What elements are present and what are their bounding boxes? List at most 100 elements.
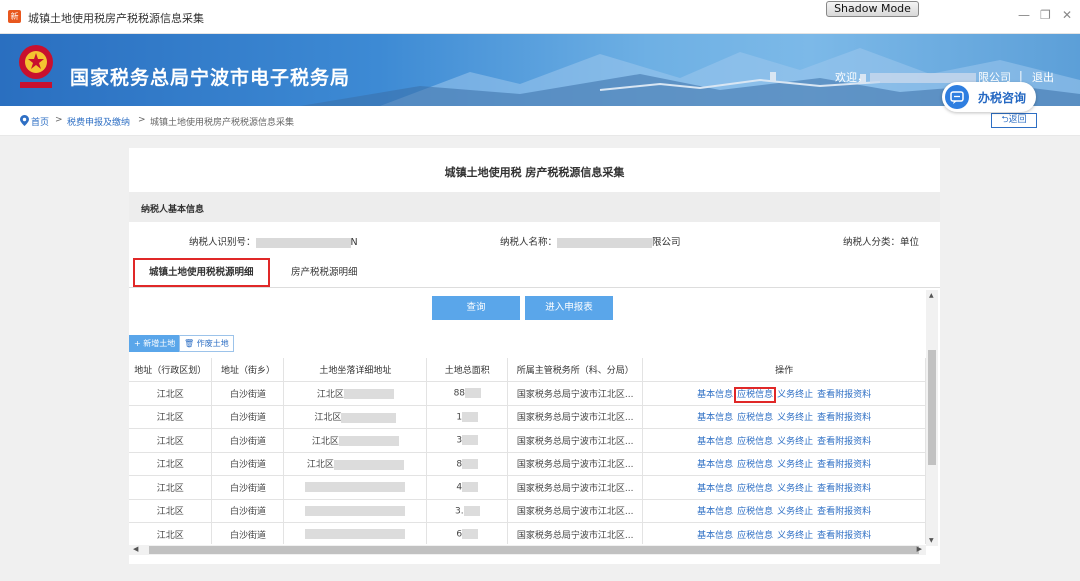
cell-address: 江北区: [283, 381, 428, 406]
cell-street: 白沙街道: [211, 452, 285, 476]
table-row: 江北区 白沙街道 江北区 8 国家税务总局宁波市江北区... 基本信息 应税信息 义务终止 查看…: [129, 452, 926, 476]
view-attachments-link[interactable]: 查看附报资料: [817, 390, 871, 400]
cell-address: [283, 475, 428, 500]
tax-consult-button[interactable]: 办税咨询: [942, 82, 1036, 112]
table-row: 江北区 白沙街道 3. 国家税务总局宁波市江北区... 基本信息 应税信息 义务终止 查看附报…: [129, 499, 926, 523]
obligation-terminate-link[interactable]: 义务终止: [777, 460, 813, 470]
table-header-row: 地址（行政区划） 地址（街乡） 土地坐落详细地址 土地总面积 所属主管税务所（科…: [129, 358, 926, 382]
window-titlebar: 新 城镇土地使用税房产税税源信息采集 Shadow Mode — ❐ ✕: [0, 0, 1080, 34]
cell-area: 1: [426, 405, 509, 429]
cell-address: [283, 522, 428, 544]
add-land-button[interactable]: + 新增土地: [129, 335, 181, 352]
obligation-terminate-link[interactable]: 义务终止: [777, 413, 813, 423]
masked-area: [465, 388, 482, 398]
cell-area: 88: [426, 381, 509, 406]
basic-info-link[interactable]: 基本信息: [697, 413, 733, 423]
taxpayer-info-header: 纳税人基本信息: [129, 192, 940, 222]
cell-operations: 基本信息 应税信息 义务终止 查看附报资料: [642, 522, 926, 544]
vertical-scrollbar[interactable]: ▲ ▼: [926, 290, 938, 546]
basic-info-link[interactable]: 基本信息: [697, 390, 733, 400]
view-attachments-link[interactable]: 查看附报资料: [817, 437, 871, 447]
main-panel: 城镇土地使用税 房产税税源信息采集 纳税人基本信息 纳税人识别号： N 纳税人名称…: [129, 148, 940, 564]
section-title: 纳税人基本信息: [141, 205, 205, 215]
chat-bubble-icon: [945, 85, 969, 109]
tax-emblem-icon: [19, 45, 53, 88]
masked-address: [305, 529, 406, 539]
view-attachments-link[interactable]: 查看附报资料: [817, 413, 871, 423]
column-header: 土地总面积: [426, 358, 509, 382]
tax-consult-label: 办税咨询: [978, 91, 1027, 105]
breadcrumb-tax-filing[interactable]: 税费申报及缴纳: [67, 115, 130, 128]
obligation-terminate-link[interactable]: 义务终止: [777, 437, 813, 447]
enter-report-button[interactable]: 进入申报表: [525, 296, 613, 320]
taxable-info-link[interactable]: 应税信息: [737, 484, 773, 494]
basic-info-link[interactable]: 基本信息: [697, 531, 733, 541]
land-table: 地址（行政区划） 地址（街乡） 土地坐落详细地址 土地总面积 所属主管税务所（科…: [129, 358, 926, 544]
back-button[interactable]: ⮌返回: [991, 113, 1037, 128]
obligation-terminate-link[interactable]: 义务终止: [777, 531, 813, 541]
cell-street: 白沙街道: [211, 428, 285, 453]
tab-bar: 城镇土地使用税税源明细 房产税税源明细: [129, 258, 940, 288]
taxable-info-link[interactable]: 应税信息: [737, 413, 773, 423]
breadcrumb-home[interactable]: 首页: [31, 115, 49, 128]
obligation-terminate-link[interactable]: 义务终止: [777, 484, 813, 494]
basic-info-link[interactable]: 基本信息: [697, 437, 733, 447]
cell-tax-office: 国家税务总局宁波市江北区...: [507, 499, 644, 523]
cell-street: 白沙街道: [211, 475, 285, 500]
tab-property-tax[interactable]: 房产税税源明细: [277, 258, 372, 288]
taxable-info-link[interactable]: 应税信息: [737, 437, 773, 447]
obligation-terminate-link[interactable]: 义务终止: [777, 390, 813, 400]
cell-district: 江北区: [129, 381, 213, 406]
cell-address: 江北区: [283, 428, 428, 453]
cell-area: 3: [426, 428, 509, 453]
masked-address: [305, 505, 406, 516]
basic-info-link[interactable]: 基本信息: [697, 507, 733, 517]
basic-info-link[interactable]: 基本信息: [697, 484, 733, 494]
minimize-icon[interactable]: —: [1018, 8, 1030, 22]
horizontal-scrollbar[interactable]: ◀ ▶: [129, 545, 926, 555]
page-title: 城镇土地使用税 房产税税源信息采集: [444, 166, 625, 179]
masked-address: [343, 389, 394, 400]
window-title: 城镇土地使用税房产税税源信息采集: [28, 12, 204, 25]
view-attachments-link[interactable]: 查看附报资料: [817, 460, 871, 470]
query-button[interactable]: 查询: [432, 296, 520, 320]
cell-area: 3.: [426, 499, 509, 523]
cell-tax-office: 国家税务总局宁波市江北区...: [507, 428, 644, 453]
cell-address: [283, 499, 428, 523]
basic-info-link[interactable]: 基本信息: [697, 460, 733, 470]
masked-area: [462, 411, 479, 422]
shadow-mode-button[interactable]: Shadow Mode: [826, 1, 919, 17]
cell-street: 白沙街道: [211, 522, 285, 544]
cell-tax-office: 国家税务总局宁波市江北区...: [507, 522, 644, 544]
cell-district: 江北区: [129, 405, 213, 429]
obligation-terminate-link[interactable]: 义务终止: [777, 507, 813, 517]
breadcrumb: 首页 > 税费申报及缴纳 > 城镇土地使用税房产税税源信息采集 ⮌返回: [0, 106, 1080, 136]
restore-icon[interactable]: ❐: [1040, 8, 1051, 22]
cell-tax-office: 国家税务总局宁波市江北区...: [507, 405, 644, 429]
logout-link[interactable]: 退出: [1032, 69, 1054, 85]
column-header: 操作: [642, 358, 926, 382]
breadcrumb-current: 城镇土地使用税房产税税源信息采集: [150, 118, 295, 128]
header-separator: |: [1019, 69, 1023, 82]
masked-area: [463, 505, 480, 516]
cell-address: 江北区: [283, 452, 428, 476]
taxable-info-link[interactable]: 应税信息: [737, 460, 773, 470]
tab-land-use-tax[interactable]: 城镇土地使用税税源明细: [133, 258, 270, 287]
taxable-info-link[interactable]: 应税信息: [734, 386, 777, 403]
column-header: 土地坐落详细地址: [283, 358, 428, 382]
masked-address: [338, 436, 399, 447]
column-header: 地址（行政区划）: [129, 358, 213, 382]
cell-tax-office: 国家税务总局宁波市江北区...: [507, 381, 644, 406]
view-attachments-link[interactable]: 查看附报资料: [817, 531, 871, 541]
view-attachments-link[interactable]: 查看附报资料: [817, 507, 871, 517]
taxable-info-link[interactable]: 应税信息: [737, 507, 773, 517]
void-land-button[interactable]: 🗑 作废土地: [179, 335, 234, 352]
cell-district: 江北区: [129, 452, 213, 476]
taxpayer-name: 纳税人名称： 限公司: [500, 237, 681, 248]
close-icon[interactable]: ✕: [1062, 8, 1072, 22]
view-attachments-link[interactable]: 查看附报资料: [817, 484, 871, 494]
breadcrumb-separator: >: [138, 115, 146, 125]
masked-area: [462, 458, 479, 469]
taxpayer-type: 纳税人分类：单位: [843, 237, 920, 248]
taxable-info-link[interactable]: 应税信息: [737, 531, 773, 541]
